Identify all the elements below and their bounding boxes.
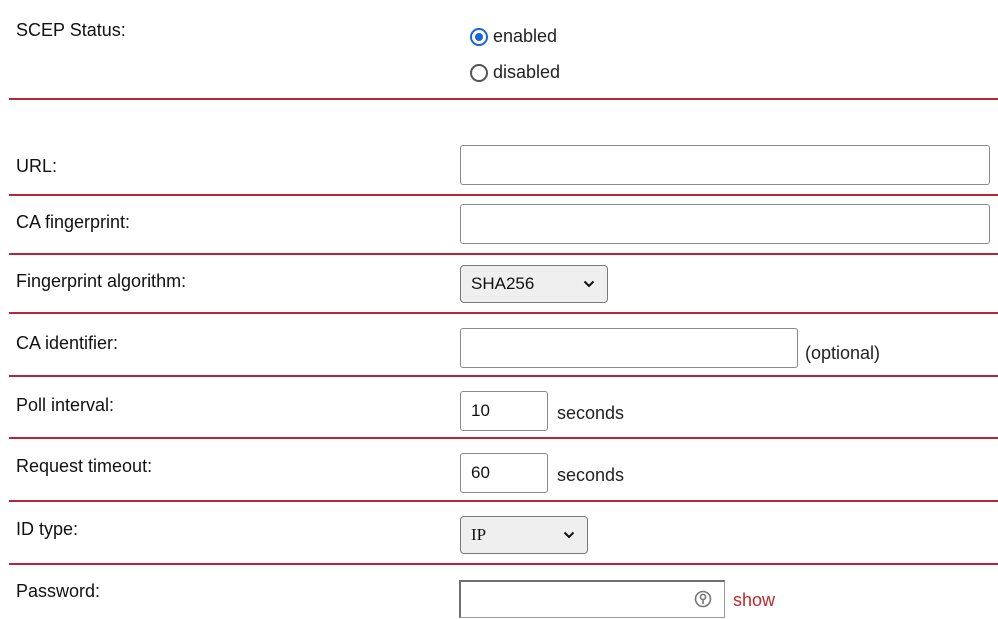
- row-divider: [9, 563, 998, 565]
- chevron-down-icon: [583, 280, 595, 288]
- password-input[interactable]: [459, 580, 725, 618]
- radio-enabled[interactable]: enabled: [470, 26, 557, 47]
- ca-identifier-input[interactable]: [460, 328, 798, 368]
- row-divider: [9, 194, 998, 196]
- poll-interval-unit: seconds: [557, 403, 625, 423]
- poll-interval-input[interactable]: [460, 391, 548, 431]
- row-divider: [9, 500, 998, 502]
- request-timeout-input[interactable]: [460, 453, 548, 493]
- optional-note: (optional): [805, 343, 881, 363]
- id-type-value: IP: [471, 525, 487, 544]
- radio-unchecked-icon[interactable]: [470, 63, 488, 82]
- request-timeout-label: Request timeout:: [16, 456, 153, 476]
- ca-identifier-label: CA identifier:: [16, 333, 119, 353]
- poll-interval-label: Poll interval:: [16, 395, 115, 415]
- row-divider: [9, 253, 998, 255]
- radio-enabled-label: enabled: [493, 26, 558, 46]
- key-icon[interactable]: [694, 590, 712, 608]
- id-type-label: ID type:: [16, 519, 79, 539]
- row-divider: [9, 375, 998, 377]
- radio-checked-icon[interactable]: [470, 27, 488, 46]
- row-divider: [9, 437, 998, 439]
- url-input[interactable]: [460, 145, 990, 185]
- fingerprint-algorithm-select[interactable]: SHA256: [460, 265, 608, 303]
- request-timeout-unit: seconds: [557, 465, 625, 485]
- id-type-select[interactable]: IP: [460, 516, 588, 554]
- fingerprint-algorithm-label: Fingerprint algorithm:: [16, 271, 187, 291]
- chevron-down-icon: [563, 531, 575, 539]
- scep-settings-form: SCEP Status: enabled disabled URL: CA fi…: [0, 0, 998, 619]
- fingerprint-algorithm-value: SHA256: [471, 274, 535, 293]
- radio-disabled-label: disabled: [493, 62, 561, 82]
- scep-status-label: SCEP Status:: [16, 20, 126, 40]
- ca-fingerprint-label: CA fingerprint:: [16, 212, 131, 232]
- ca-fingerprint-input[interactable]: [460, 204, 990, 244]
- url-label: URL:: [16, 156, 58, 176]
- section-divider: [9, 98, 998, 100]
- row-divider: [9, 312, 998, 314]
- radio-disabled[interactable]: disabled: [470, 62, 560, 83]
- password-label: Password:: [16, 581, 101, 601]
- show-password-link[interactable]: show: [733, 590, 775, 611]
